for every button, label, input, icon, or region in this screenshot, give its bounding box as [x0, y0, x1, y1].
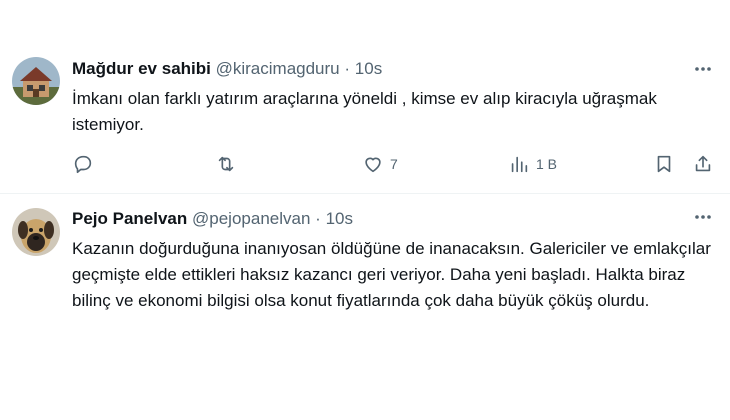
like-button[interactable]: 7	[362, 150, 398, 178]
tweet-text: Kazanın doğurduğuna inanıyosan öldüğüne …	[72, 239, 711, 310]
separator: ·	[315, 209, 321, 228]
retweet-icon	[218, 156, 234, 172]
tweet-actions: 7 1 B	[70, 150, 720, 178]
tweet-header: Pejo Panelvan @pejopanelvan · 10s	[72, 208, 353, 230]
bookmark-icon	[657, 155, 671, 173]
tweet-header: Mağdur ev sahibi @kiracimagduru · 10s	[72, 58, 382, 80]
avatar[interactable]	[12, 208, 60, 256]
avatar[interactable]	[12, 57, 60, 105]
share-icon	[695, 155, 711, 172]
tweet[interactable]: Pejo Panelvan @pejopanelvan · 10s Kazanı…	[0, 194, 730, 420]
author-handle[interactable]: @kiracimagduru	[216, 59, 340, 78]
like-count: 7	[390, 156, 398, 172]
more-icon[interactable]	[692, 206, 714, 228]
bookmark-button[interactable]	[653, 150, 675, 178]
retweet-button[interactable]	[215, 150, 237, 178]
author-name[interactable]: Mağdur ev sahibi	[72, 59, 211, 78]
views-button[interactable]: 1 B	[508, 150, 557, 178]
tweet[interactable]: Mağdur ev sahibi @kiracimagduru · 10s İm…	[0, 0, 730, 193]
timestamp[interactable]: 10s	[326, 209, 353, 228]
tweet-text: İmkanı olan farklı yatırım araçlarına yö…	[72, 89, 657, 134]
timestamp[interactable]: 10s	[355, 59, 382, 78]
views-icon	[511, 156, 528, 173]
more-icon[interactable]	[692, 58, 714, 80]
reply-button[interactable]	[72, 150, 94, 178]
view-count: 1 B	[536, 156, 558, 172]
author-handle[interactable]: @pejopanelvan	[192, 209, 310, 228]
heart-icon	[365, 157, 381, 173]
share-button[interactable]	[692, 150, 714, 178]
reply-icon	[74, 155, 92, 174]
author-name[interactable]: Pejo Panelvan	[72, 209, 187, 228]
separator: ·	[344, 59, 351, 78]
